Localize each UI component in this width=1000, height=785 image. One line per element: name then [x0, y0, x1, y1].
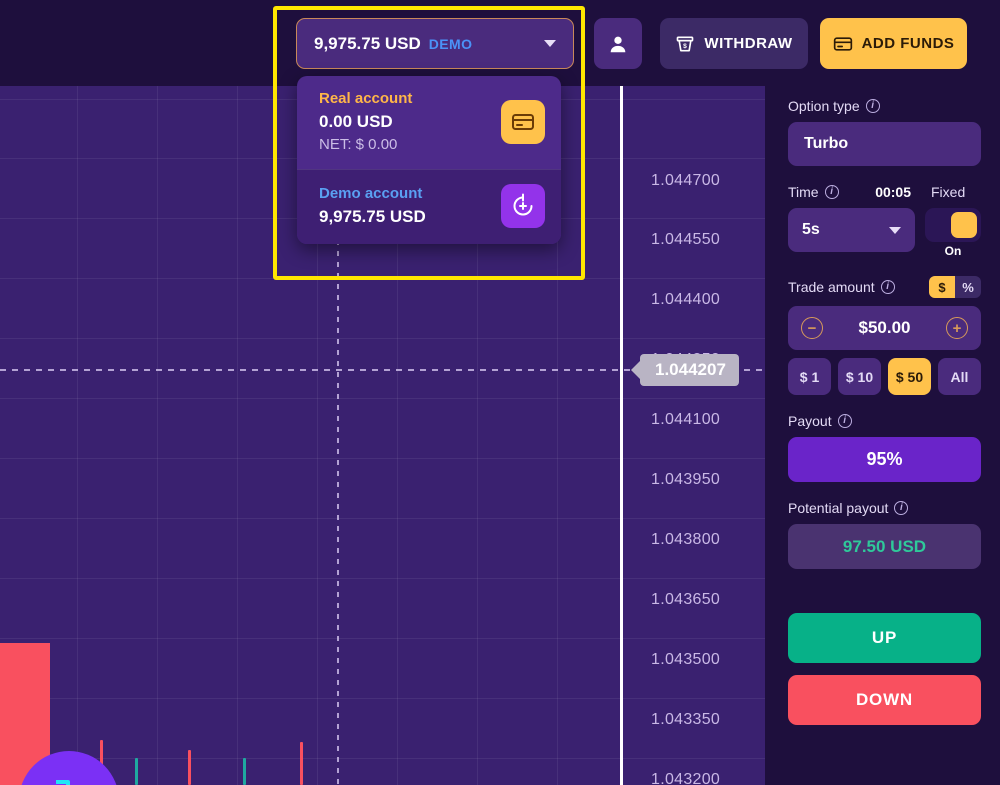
- top-bar: 9,975.75 USD DEMO $ WITHDRAW ADD FUNDS: [0, 0, 1000, 86]
- potential-payout-label-row: Potential payout i: [788, 500, 981, 516]
- option-type-select[interactable]: Turbo: [788, 122, 981, 166]
- credit-card-icon: [833, 36, 852, 51]
- info-icon[interactable]: i: [865, 99, 880, 113]
- down-button[interactable]: DOWN: [788, 675, 981, 725]
- chevron-down-icon: [889, 226, 901, 234]
- unit-percent[interactable]: %: [955, 276, 981, 298]
- candle: [188, 750, 191, 785]
- price-tick: 1.043500: [651, 651, 721, 668]
- account-dropdown-menu: Real account 0.00 USD NET: $ 0.00 Demo a…: [297, 76, 561, 244]
- add-funds-button[interactable]: ADD FUNDS: [820, 18, 967, 69]
- balance-amount: 9,975.75 USD: [314, 33, 421, 53]
- preset-all[interactable]: All: [938, 358, 981, 395]
- time-duration-value: 5s: [802, 221, 820, 238]
- user-icon: [610, 36, 626, 52]
- trade-amount-label: Trade amount: [788, 279, 875, 295]
- account-balance-selector[interactable]: 9,975.75 USD DEMO: [296, 18, 574, 69]
- demo-account-title: Demo account: [319, 185, 423, 202]
- toggle-knob: [951, 212, 977, 238]
- credit-card-icon: [501, 99, 545, 144]
- trade-panel: Option type i Turbo Time i 00:05 Fixed 5…: [765, 86, 1000, 785]
- price-tick: 1.043650: [651, 591, 721, 608]
- account-option-demo[interactable]: Demo account 9,975.75 USD: [297, 169, 561, 244]
- account-type-tag: DEMO: [428, 35, 473, 52]
- preset-50[interactable]: $ 50: [888, 358, 931, 395]
- fixed-toggle-wrap: On: [925, 208, 981, 258]
- payout-label: Payout: [788, 413, 832, 429]
- unit-dollar[interactable]: $: [929, 276, 955, 298]
- time-label-row: Time i 00:05 Fixed: [788, 184, 981, 200]
- amount-increase-button[interactable]: +: [946, 317, 968, 339]
- time-countdown: 00:05: [875, 184, 911, 200]
- time-controls: 5s On: [788, 208, 981, 258]
- profile-button[interactable]: [594, 18, 642, 69]
- payout-value: 95%: [788, 437, 981, 482]
- time-label: Time: [788, 184, 819, 200]
- candle: [135, 758, 138, 785]
- potential-payout-value: 97.50 USD: [788, 524, 981, 569]
- amount-decrease-button[interactable]: −: [801, 317, 823, 339]
- fixed-toggle-state: On: [944, 244, 962, 258]
- time-duration-select[interactable]: 5s: [788, 208, 915, 252]
- price-tick: 1.043350: [651, 711, 721, 728]
- real-account-balance: 0.00 USD: [319, 112, 393, 131]
- candle: [300, 742, 303, 785]
- candle: [243, 758, 246, 785]
- real-account-title: Real account: [319, 90, 413, 107]
- fixed-label: Fixed: [931, 184, 966, 200]
- refresh-plus-icon: [501, 184, 545, 228]
- option-type-label-row: Option type i: [788, 98, 981, 114]
- real-account-net: NET: $ 0.00: [319, 136, 398, 153]
- payout-label-row: Payout i: [788, 413, 981, 429]
- current-price-badge: 1.044207: [631, 354, 739, 386]
- account-option-real[interactable]: Real account 0.00 USD NET: $ 0.00: [297, 76, 561, 169]
- info-icon[interactable]: i: [824, 185, 839, 199]
- preset-10[interactable]: $ 10: [838, 358, 881, 395]
- fixed-toggle[interactable]: [925, 208, 981, 242]
- price-tick: 1.044100: [651, 411, 721, 428]
- price-tick: 1.043800: [651, 531, 721, 548]
- withdraw-label: WITHDRAW: [704, 35, 793, 52]
- option-type-label: Option type: [788, 98, 860, 114]
- amount-presets: $ 1 $ 10 $ 50 All: [788, 358, 981, 395]
- svg-text:$: $: [684, 43, 688, 50]
- up-button[interactable]: UP: [788, 613, 981, 663]
- withdraw-atm-icon: $: [677, 36, 694, 52]
- amount-unit-switch: $ %: [929, 276, 981, 298]
- trade-amount-stepper: − $50.00 +: [788, 306, 981, 350]
- price-tick: 1.044700: [651, 172, 721, 189]
- preset-1[interactable]: $ 1: [788, 358, 831, 395]
- price-tick: 1.044550: [651, 231, 721, 248]
- trading-platform-screen: 1.044700 1.044550 1.044400 1.044250 1.04…: [0, 0, 1000, 785]
- trade-actions: UP DOWN: [788, 613, 981, 725]
- price-tick: 1.044400: [651, 291, 721, 308]
- potential-payout-label: Potential payout: [788, 500, 889, 516]
- price-tick: 1.043950: [651, 471, 721, 488]
- add-funds-label: ADD FUNDS: [861, 35, 955, 52]
- price-axis: 1.044700 1.044550 1.044400 1.044250 1.04…: [623, 86, 765, 785]
- option-type-value: Turbo: [804, 135, 849, 152]
- chevron-down-icon: [544, 40, 556, 47]
- withdraw-button[interactable]: $ WITHDRAW: [660, 18, 808, 69]
- price-tick: 1.043200: [651, 771, 721, 785]
- info-icon[interactable]: i: [837, 414, 852, 428]
- demo-account-balance: 9,975.75 USD: [319, 207, 426, 226]
- trade-amount-value[interactable]: $50.00: [859, 318, 911, 338]
- trade-amount-label-row: Trade amount i $ %: [788, 276, 981, 298]
- info-icon[interactable]: i: [880, 280, 895, 294]
- info-icon[interactable]: i: [894, 501, 909, 515]
